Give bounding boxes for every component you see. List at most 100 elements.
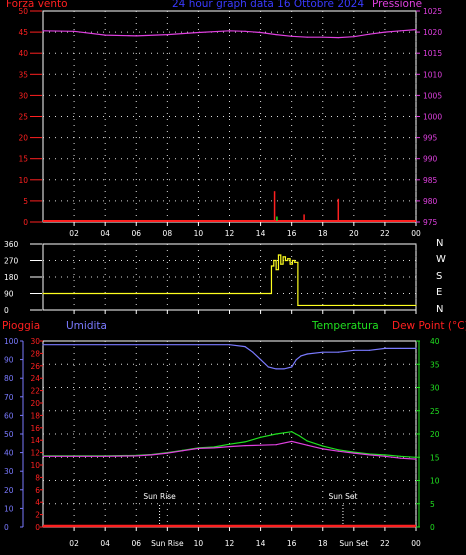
panel1-xlabel-3: 08 (163, 229, 173, 238)
panel3-ylabel-temperature-label-1: 5 (430, 500, 435, 509)
panel1-series-0-point-15 (368, 33, 370, 35)
panel3-series-0-point-5 (197, 344, 200, 346)
panel3-series-0-point-21 (384, 347, 386, 350)
panel3-ylabel-temperature-label-7: 35 (430, 360, 440, 369)
panel2-series-0-point-14 (415, 304, 417, 307)
panel3-ylabel-rain-label-7: 14 (30, 436, 40, 445)
panel3-xlabel-11: 00 (411, 539, 421, 548)
panel3-ylabel-humidity-label-1: 10 (4, 504, 14, 513)
panel3-series-0-point-16 (306, 353, 308, 355)
panel3-series-0-point-0 (42, 344, 44, 346)
panel3-ylabel-temperature-label-2: 10 (430, 477, 440, 486)
panel3-series-2-point-12 (275, 444, 277, 446)
panel3-series-0-point-8 (252, 351, 254, 353)
panel1-series-0-point-2 (104, 34, 106, 36)
panel3-ylabel-humidity-label-5: 50 (4, 430, 14, 439)
panel2-ylabel-label-3: 270 (4, 257, 19, 266)
panel3-series-1-point-15 (306, 440, 308, 442)
panel3-series-2-point-21 (415, 458, 417, 460)
panel2-series-0-point-2 (270, 265, 273, 267)
panel1-ylabel-left-label-9: 45 (18, 28, 28, 37)
panel3-series-1-point-10 (244, 441, 246, 443)
panel3-series-0-point-1 (73, 344, 75, 346)
panel2-series-0-point-13 (297, 304, 299, 307)
panel3-series-2-point-1 (73, 455, 75, 457)
panel3-series-2-point-7 (197, 447, 200, 450)
panel1-series-0-point-4 (166, 34, 168, 36)
panel1-series-0-point-11 (306, 36, 308, 38)
panel1-series-0-point-12 (322, 36, 324, 38)
panel3-series-0-point-10 (267, 366, 269, 368)
panel3-series-0-point-14 (295, 359, 297, 361)
panel1-ylabel-right-label-3: 990 (423, 155, 438, 164)
panel3-series-0-point-12 (283, 368, 285, 370)
panel3-ylabel-rain-label-5: 10 (30, 461, 40, 470)
panel3-series-2-point-11 (259, 444, 262, 446)
panel3-ylabel-rain-label-10: 20 (30, 399, 40, 408)
panel3-ylabel-humidity-label-2: 20 (4, 486, 14, 495)
panel1-series-0-point-0 (42, 30, 44, 32)
panel3-series-0-point-18 (337, 351, 339, 353)
panel3-series-2-point-14 (306, 444, 308, 446)
panel1-ylabel-left-label-6: 30 (18, 91, 28, 100)
panel3-ylabel-rain-label-15: 30 (30, 337, 40, 346)
panel3-series-1-point-21 (399, 455, 402, 457)
panel1-ylabel-right-label-0: 975 (423, 218, 438, 227)
panel3-series-1-point-13 (291, 431, 293, 433)
panel3-series-2-point-4 (151, 454, 153, 456)
weather-charts: 0510152025303540455097598098599099510001… (4, 7, 442, 548)
panel1-series-0-point-10 (291, 35, 293, 37)
panel1-ylabel-right-label-10: 1025 (423, 7, 442, 16)
panel3-ylabel-humidity-label-3: 30 (4, 467, 14, 476)
panel3-ylabel-humidity-label-10: 100 (4, 337, 19, 346)
panel3-ylabel-rain-label-2: 4 (35, 498, 40, 507)
panel3-series-2-point-17 (353, 452, 355, 454)
panel1-series-0-point-7 (244, 30, 246, 32)
panel1-ylabel-right-label-4: 995 (423, 134, 438, 143)
panel3-ylabel-rain-label-1: 2 (35, 511, 40, 520)
panel1-ylabel-right-label-5: 1000 (423, 113, 442, 122)
panel1-ylabel-left-label-2: 10 (18, 176, 28, 185)
panel3-series-1-point-22 (415, 456, 417, 458)
panel2-series-0-point-11 (291, 259, 294, 262)
panel3-series-0-point-9 (259, 359, 262, 361)
panel1-ylabel-left-label-0: 0 (23, 218, 28, 227)
panel3-ylabel-humidity-label-6: 60 (4, 411, 14, 420)
panel3-series-1-point-11 (259, 436, 262, 438)
panel3-ylabel-rain-label-9: 18 (30, 411, 40, 420)
panel2-series-0-point-0 (42, 292, 44, 295)
panel3-ylabel-temperature-label-5: 25 (430, 407, 440, 416)
panel3-series-1-point-9 (228, 443, 231, 445)
panel3-xlabel-9: Sun Set (339, 539, 368, 548)
panel3-ylabel-rain-label-0: 0 (35, 523, 40, 532)
panel1-xlabel-0: 02 (69, 229, 79, 238)
panel3-series-2-point-3 (135, 455, 137, 457)
panel3-series-2-point-13 (291, 440, 293, 443)
panel3-series-2-point-8 (213, 447, 215, 449)
panel3-series-0-point-6 (228, 344, 231, 346)
panel1-series-0-point-3 (135, 35, 137, 37)
panel3-series-2-point-5 (166, 452, 168, 454)
panel1-ylabel-left-label-7: 35 (18, 70, 28, 79)
panel3-series-2-point-6 (182, 450, 184, 452)
panel2-series-0-point-9 (287, 258, 289, 260)
panel2-ylabel-label-1: 90 (4, 290, 14, 299)
panel3-series-0-point-20 (368, 349, 370, 351)
panel3-ylabel-temperature-label-6: 30 (430, 384, 440, 393)
panel3-ylabel-humidity-label-8: 80 (4, 374, 14, 383)
panel1-xlabel-5: 12 (225, 229, 235, 238)
panel3-xlabel-6: 14 (256, 539, 266, 548)
panel3-series-0-point-3 (135, 344, 137, 346)
panel1-xlabel-7: 16 (287, 229, 297, 238)
panel3-series-1-point-17 (337, 449, 339, 451)
panel1-series-0-point-6 (228, 30, 231, 32)
panel1-xlabel-1: 04 (100, 229, 110, 238)
panel3-ylabel-rain-label-12: 24 (30, 374, 40, 383)
panel3-xlabel-2: 06 (131, 539, 141, 548)
panel3-series-2-point-15 (322, 448, 324, 450)
panel1-xlabel-2: 06 (131, 229, 141, 238)
panel1-series-0-point-14 (353, 36, 355, 38)
panel3-series-2-point-2 (104, 455, 106, 457)
panel3-series-2-point-0 (42, 455, 44, 457)
panel2-series-0-point-12 (294, 261, 296, 263)
